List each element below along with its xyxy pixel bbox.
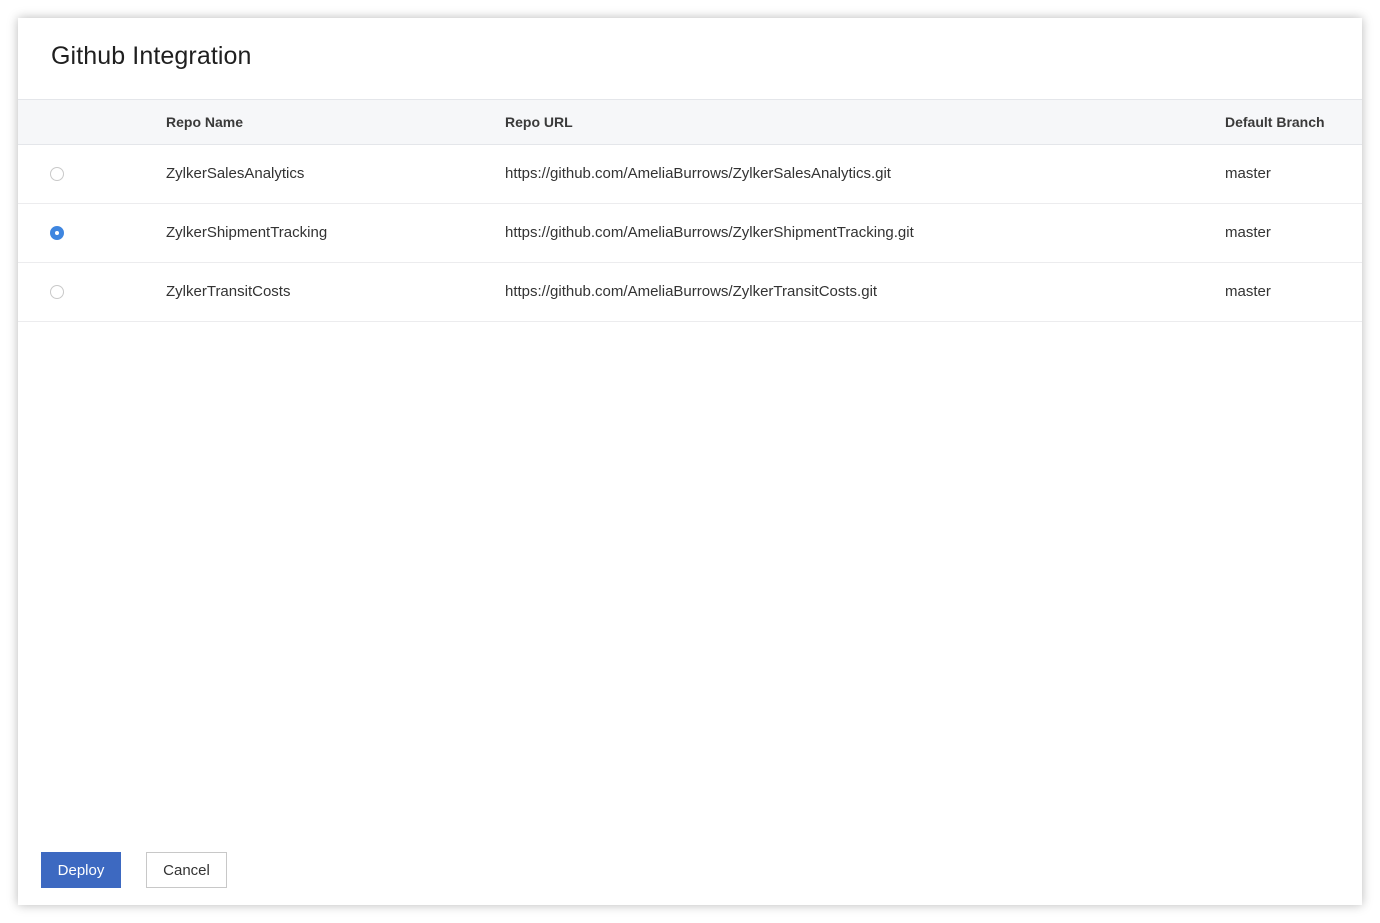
column-header-repo-url: Repo URL: [505, 114, 573, 130]
default-branch-cell: master: [1225, 224, 1271, 241]
table-row[interactable]: ZylkerShipmentTracking https://github.co…: [18, 204, 1362, 263]
repo-url-cell: https://github.com/AmeliaBurrows/ZylkerS…: [505, 165, 891, 182]
repo-url-cell: https://github.com/AmeliaBurrows/ZylkerT…: [505, 283, 878, 300]
table-header: Repo Name Repo URL Default Branch: [18, 99, 1362, 145]
repo-table: Repo Name Repo URL Default Branch Zylker…: [18, 99, 1362, 322]
cancel-button[interactable]: Cancel: [146, 852, 227, 888]
repo-name-cell: ZylkerTransitCosts: [166, 283, 291, 300]
repo-select-radio[interactable]: [50, 226, 64, 240]
repo-name-cell: ZylkerShipmentTracking: [166, 224, 328, 241]
default-branch-cell: master: [1225, 165, 1271, 182]
github-integration-dialog: Github Integration Repo Name Repo URL De…: [18, 18, 1362, 905]
column-header-repo-name: Repo Name: [166, 114, 244, 130]
column-header-default-branch: Default Branch: [1225, 114, 1325, 130]
default-branch-cell: master: [1225, 283, 1271, 300]
table-row[interactable]: ZylkerTransitCosts https://github.com/Am…: [18, 263, 1362, 322]
repo-select-radio[interactable]: [50, 167, 64, 181]
repo-url-cell: https://github.com/AmeliaBurrows/ZylkerS…: [505, 224, 914, 241]
dialog-title: Github Integration: [51, 42, 252, 70]
table-row[interactable]: ZylkerSalesAnalytics https://github.com/…: [18, 145, 1362, 204]
repo-select-radio[interactable]: [50, 285, 64, 299]
repo-name-cell: ZylkerSalesAnalytics: [166, 165, 305, 182]
deploy-button[interactable]: Deploy: [41, 852, 121, 888]
